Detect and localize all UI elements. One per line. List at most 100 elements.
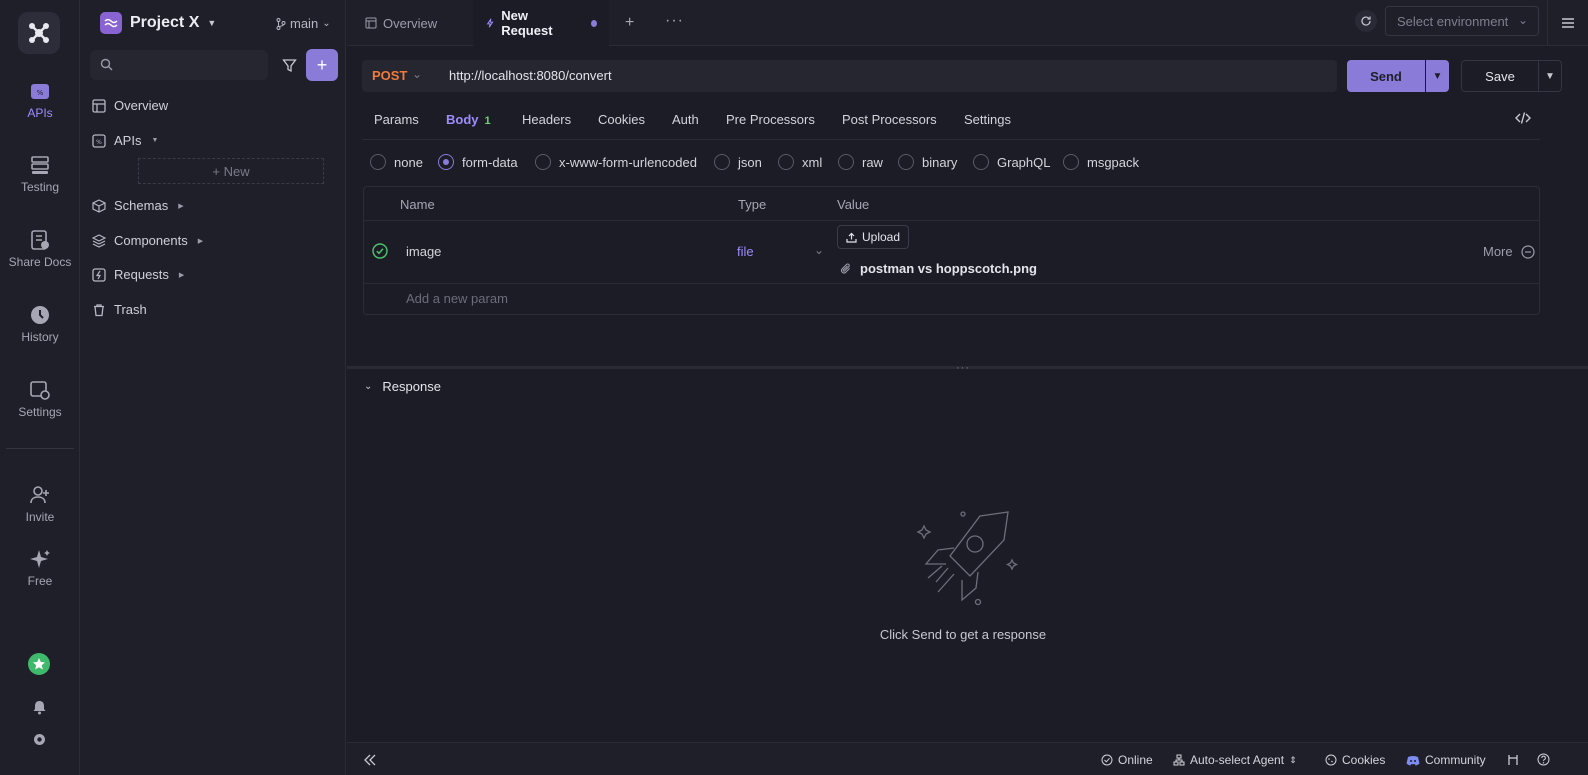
body-type-raw[interactable]: raw <box>838 154 883 170</box>
body-type-xml[interactable]: xml <box>778 154 822 170</box>
upload-button[interactable]: Upload <box>837 225 910 249</box>
body-type-form-data[interactable]: form-data <box>438 154 518 170</box>
radio-icon <box>898 154 914 170</box>
radio-label: raw <box>862 154 883 170</box>
environment-select[interactable]: Select environment ⌄ <box>1385 6 1539 36</box>
param-type-select[interactable]: file <box>737 244 754 259</box>
sidebar-item-label: Requests <box>114 267 169 282</box>
body-type-msgpack[interactable]: msgpack <box>1063 154 1139 170</box>
save-button[interactable]: Save <box>1461 60 1539 92</box>
tab-pre-processors[interactable]: Pre Processors <box>726 112 815 127</box>
send-button[interactable]: Send <box>1347 60 1425 92</box>
sidebar-item-requests[interactable]: Requests ▶ <box>92 267 332 282</box>
url-input[interactable]: http://localhost:8080/convert <box>449 68 612 83</box>
tab-headers[interactable]: Headers <box>522 112 571 127</box>
cookies-button[interactable]: Cookies <box>1325 753 1385 767</box>
online-status[interactable]: Online <box>1101 753 1153 767</box>
rail-item-share-docs[interactable]: Share Docs <box>0 229 80 269</box>
filter-button[interactable] <box>274 50 304 80</box>
community-link[interactable]: Community <box>1406 753 1486 767</box>
code-icon[interactable] <box>1515 110 1531 126</box>
tab-post-processors[interactable]: Post Processors <box>842 112 937 127</box>
body-type-none[interactable]: none <box>370 154 423 170</box>
response-header[interactable]: ⌄ Response <box>364 379 441 394</box>
chevron-down-icon[interactable]: ⌄ <box>412 67 422 81</box>
trash-icon <box>94 303 104 316</box>
sidebar-item-label: Overview <box>114 98 169 113</box>
hamburger-menu-button[interactable] <box>1547 0 1588 46</box>
cookies-label: Cookies <box>1342 753 1386 767</box>
body-type-json[interactable]: json <box>714 154 762 170</box>
file-name: postman vs hoppscotch.png <box>860 261 1037 276</box>
rail-item-settings[interactable]: Settings <box>0 379 80 419</box>
tab-settings[interactable]: Settings <box>964 112 1011 127</box>
tab-label: New Request <box>501 8 553 38</box>
url-bar: POST ⌄ http://localhost:8080/convert <box>362 60 1337 92</box>
collapse-sidebar-icon[interactable] <box>363 754 377 766</box>
chevron-down-icon: ⌄ <box>1517 13 1528 27</box>
param-name-input[interactable]: image <box>406 244 441 259</box>
rail-item-free[interactable]: Free <box>0 548 80 588</box>
rail-item-apis[interactable]: % APIs <box>0 80 80 120</box>
tab-auth[interactable]: Auth <box>672 112 699 127</box>
more-label: More <box>1483 244 1513 259</box>
bell-icon[interactable] <box>32 700 47 715</box>
add-param-input[interactable]: Add a new param <box>406 291 508 306</box>
unsaved-dot-icon <box>591 19 597 27</box>
layout-icon[interactable] <box>1507 754 1519 766</box>
sidebar-item-apis[interactable]: % APIs ▼ <box>92 133 332 148</box>
agent-selector[interactable]: Auto-select Agent ⇕ <box>1173 753 1297 767</box>
plus-icon[interactable]: + <box>625 14 634 32</box>
left-rail: % APIs Testing Share Docs History Settin… <box>0 0 80 775</box>
tab-cookies[interactable]: Cookies <box>598 112 645 127</box>
sidebar-item-trash[interactable]: Trash <box>92 302 332 317</box>
sidebar-item-schemas[interactable]: Schemas ▶ <box>92 198 332 213</box>
row-more-button[interactable]: More <box>1483 244 1535 259</box>
rail-divider <box>6 448 74 449</box>
attached-file[interactable]: postman vs hoppscotch.png <box>840 261 1037 276</box>
save-options-button[interactable]: ▼ <box>1539 60 1562 92</box>
settings-icon <box>30 381 50 400</box>
check-circle-icon <box>1101 754 1113 766</box>
tab-new-request[interactable]: New Request <box>473 0 609 46</box>
remove-circle-icon[interactable] <box>1521 244 1535 259</box>
branch-selector[interactable]: main ⌄ <box>276 16 331 31</box>
rail-item-invite[interactable]: Invite <box>0 484 80 524</box>
rail-label: Share Docs <box>8 255 72 269</box>
up-down-icon: ⇕ <box>1289 754 1297 765</box>
chevron-down-icon[interactable]: ⌄ <box>814 243 824 257</box>
menu-icon <box>1562 18 1574 28</box>
search-input[interactable] <box>90 50 268 80</box>
more-horizontal-icon[interactable]: ··· <box>665 12 684 30</box>
avatar[interactable] <box>28 653 50 675</box>
rail-item-history[interactable]: History <box>0 304 80 344</box>
enabled-check-icon[interactable] <box>372 243 388 259</box>
body-type-binary[interactable]: binary <box>898 154 957 170</box>
lightning-icon <box>486 18 494 28</box>
send-options-button[interactable]: ▼ <box>1426 60 1449 92</box>
app-logo-icon[interactable] <box>18 12 60 54</box>
radio-icon <box>778 154 794 170</box>
tab-overview[interactable]: Overview <box>353 0 449 46</box>
environment-placeholder: Select environment <box>1397 13 1509 29</box>
tab-body[interactable]: Body 1 <box>446 112 491 127</box>
cube-icon <box>92 198 106 213</box>
agent-icon <box>1173 754 1185 766</box>
response-empty-text: Click Send to get a response <box>879 627 1047 642</box>
help-icon[interactable] <box>1537 753 1550 766</box>
radio-label: binary <box>922 154 958 170</box>
sidebar-item-components[interactable]: Components ▶ <box>92 233 332 248</box>
method-select[interactable]: POST <box>372 68 407 83</box>
tab-params[interactable]: Params <box>374 112 419 127</box>
gear-icon[interactable] <box>32 732 47 747</box>
add-button[interactable]: + <box>306 49 338 81</box>
body-type-graphql[interactable]: GraphQL <box>973 154 1050 170</box>
project-switcher[interactable]: Project X ▼ <box>100 12 216 34</box>
new-api-button[interactable]: + New <box>138 158 324 184</box>
drag-handle-icon[interactable]: ··· <box>956 362 970 374</box>
rail-item-testing[interactable]: Testing <box>0 154 80 194</box>
refresh-env-button[interactable] <box>1355 10 1377 32</box>
body-type-urlencoded[interactable]: x-www-form-urlencoded <box>535 154 697 170</box>
chevron-down-icon: ⌄ <box>322 18 331 29</box>
sidebar-item-overview[interactable]: Overview <box>92 98 332 113</box>
